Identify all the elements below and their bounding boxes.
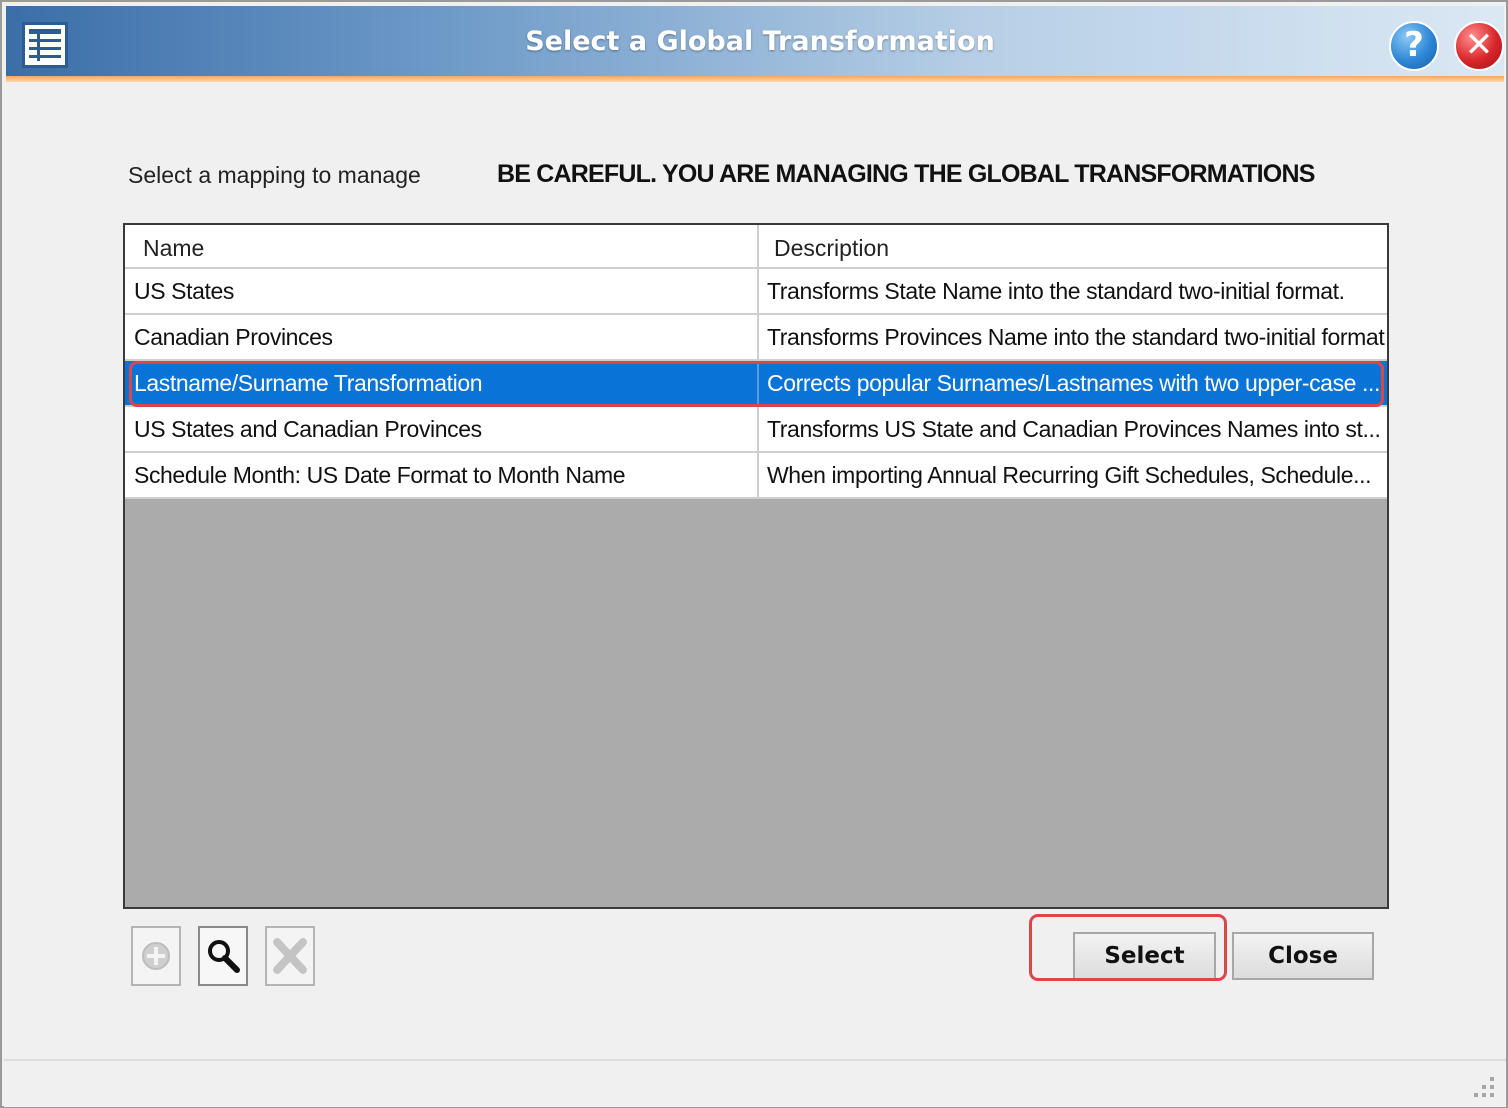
table-row[interactable]: Canadian Provinces Transforms Provinces …	[125, 315, 1387, 361]
prompt-label: Select a mapping to manage	[128, 162, 421, 188]
row-description-cell: Transforms State Name into the standard …	[757, 269, 1387, 313]
select-button[interactable]: Select	[1073, 932, 1216, 980]
warning-label: BE CAREFUL. YOU ARE MANAGING THE GLOBAL …	[497, 160, 1315, 188]
table-row-selected[interactable]: Lastname/Surname Transformation Corrects…	[125, 361, 1387, 407]
row-name-cell: US States and Canadian Provinces	[134, 416, 482, 442]
row-name-cell: US States	[134, 278, 234, 304]
transformations-grid[interactable]: Name Description US States Transforms St…	[123, 223, 1389, 909]
row-name-cell: Lastname/Surname Transformation	[134, 370, 483, 396]
status-bar	[4, 1059, 1506, 1107]
delete-button[interactable]	[265, 926, 315, 986]
row-description-cell: When importing Annual Recurring Gift Sch…	[757, 453, 1387, 497]
table-row[interactable]: US States Transforms State Name into the…	[125, 269, 1387, 315]
dialog-window: Select a Global Transformation ? ✕ Selec…	[0, 0, 1508, 1108]
add-icon	[142, 942, 170, 970]
close-button[interactable]: Close	[1232, 932, 1374, 980]
table-row[interactable]: US States and Canadian Provinces Transfo…	[125, 407, 1387, 453]
title-bar[interactable]: Select a Global Transformation ? ✕	[6, 6, 1504, 76]
column-header-description-label: Description	[774, 235, 890, 261]
column-header-name[interactable]: Name	[125, 225, 757, 267]
grid-header: Name Description	[125, 225, 1387, 269]
delete-icon	[273, 938, 307, 974]
view-button[interactable]	[198, 926, 248, 986]
table-row[interactable]: Schedule Month: US Date Format to Month …	[125, 453, 1387, 499]
window-title: Select a Global Transformation	[525, 26, 995, 57]
column-header-description[interactable]: Description	[757, 225, 1387, 267]
row-name-cell: Schedule Month: US Date Format to Month …	[134, 462, 626, 488]
row-description-cell: Transforms Provinces Name into the stand…	[757, 315, 1387, 359]
close-window-icon[interactable]: ✕	[1454, 21, 1504, 71]
column-header-name-label: Name	[143, 235, 205, 261]
resize-grip-icon[interactable]	[1474, 1077, 1496, 1099]
row-description-cell: Corrects popular Surnames/Lastnames with…	[757, 361, 1387, 405]
row-description-cell: Transforms US State and Canadian Provinc…	[757, 407, 1387, 451]
row-name-cell: Canadian Provinces	[134, 324, 333, 350]
search-icon	[208, 940, 240, 973]
help-icon[interactable]: ?	[1389, 21, 1439, 71]
title-accent-line	[6, 76, 1504, 82]
add-button[interactable]	[131, 926, 181, 986]
